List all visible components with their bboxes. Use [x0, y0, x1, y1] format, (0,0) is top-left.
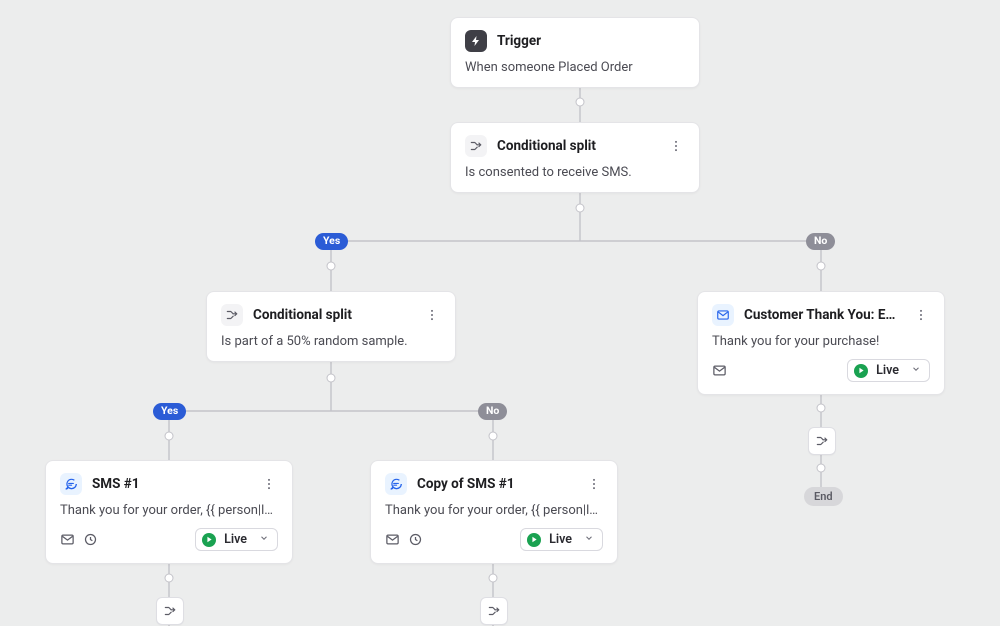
add-step-button[interactable] [156, 597, 184, 625]
chevron-down-icon [911, 363, 921, 378]
trigger-desc: When someone Placed Order [465, 60, 685, 75]
status-label: Live [876, 363, 899, 378]
play-icon [527, 533, 541, 547]
more-menu-button[interactable] [667, 137, 685, 155]
split1-desc: Is consented to receive SMS. [465, 165, 685, 180]
sms2-card[interactable]: Copy of SMS #1 Thank you for your order,… [370, 460, 618, 564]
sms2-title: Copy of SMS #1 [417, 476, 575, 492]
trigger-title: Trigger [497, 33, 685, 49]
more-menu-button[interactable] [585, 475, 603, 493]
mail-icon [712, 304, 734, 326]
quiet-hours-icon [408, 532, 423, 547]
chevron-down-icon [259, 532, 269, 547]
chevron-down-icon [584, 532, 594, 547]
sms-icon [60, 473, 82, 495]
split2-desc: Is part of a 50% random sample. [221, 334, 441, 349]
branch2-no-pill: No [478, 403, 507, 420]
conditional-split-card-2[interactable]: Conditional split Is part of a 50% rando… [206, 291, 456, 362]
branch-icon [221, 304, 243, 326]
status-label: Live [549, 532, 572, 547]
email-card[interactable]: Customer Thank You: Email... Thank you f… [697, 291, 945, 395]
status-label: Live [224, 532, 247, 547]
status-dropdown[interactable]: Live [520, 528, 603, 551]
split1-title: Conditional split [497, 138, 657, 154]
more-menu-button[interactable] [912, 306, 930, 324]
branch-icon [465, 135, 487, 157]
sms1-title: SMS #1 [92, 476, 250, 492]
email-desc: Thank you for your purchase! [712, 334, 930, 349]
split2-title: Conditional split [253, 307, 413, 323]
smart-send-icon [712, 363, 727, 378]
more-menu-button[interactable] [260, 475, 278, 493]
smart-send-icon [385, 532, 400, 547]
status-dropdown[interactable]: Live [195, 528, 278, 551]
add-step-button[interactable] [480, 597, 508, 625]
smart-send-icon [60, 532, 75, 547]
conditional-split-card-1[interactable]: Conditional split Is consented to receiv… [450, 122, 700, 193]
sms1-card[interactable]: SMS #1 Thank you for your order, {{ pers… [45, 460, 293, 564]
trigger-card[interactable]: Trigger When someone Placed Order [450, 17, 700, 88]
status-dropdown[interactable]: Live [847, 359, 930, 382]
add-step-button[interactable] [808, 427, 836, 455]
sms1-desc: Thank you for your order, {{ person|look… [60, 503, 278, 518]
bolt-icon [465, 30, 487, 52]
play-icon [854, 364, 868, 378]
branch-no-pill: No [806, 233, 835, 250]
sms-icon [385, 473, 407, 495]
more-menu-button[interactable] [423, 306, 441, 324]
branch2-yes-pill: Yes [153, 403, 186, 420]
sms2-desc: Thank you for your order, {{ person|look… [385, 503, 603, 518]
email-title: Customer Thank You: Email... [744, 307, 902, 323]
branch-yes-pill: Yes [315, 233, 348, 250]
end-pill: End [804, 487, 843, 506]
play-icon [202, 533, 216, 547]
quiet-hours-icon [83, 532, 98, 547]
